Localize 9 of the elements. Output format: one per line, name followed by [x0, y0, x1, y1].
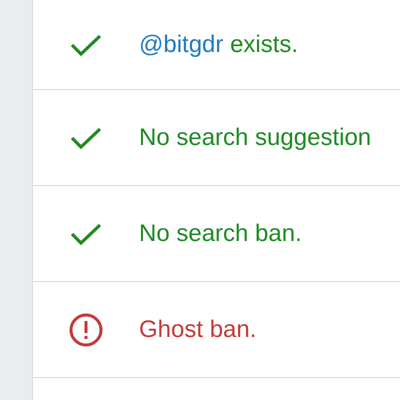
username-link[interactable]: @bitgdr [139, 30, 224, 58]
check-icon [70, 222, 102, 246]
check-result-text: @bitgdr exists. [139, 30, 298, 58]
warning-icon [69, 312, 103, 346]
check-icon [70, 32, 102, 56]
check-result-text: No search ban. [139, 220, 302, 248]
check-icon [70, 126, 102, 150]
check-result-text: Ghost ban. [139, 316, 256, 344]
check-result-text: No search suggestion [139, 124, 372, 152]
